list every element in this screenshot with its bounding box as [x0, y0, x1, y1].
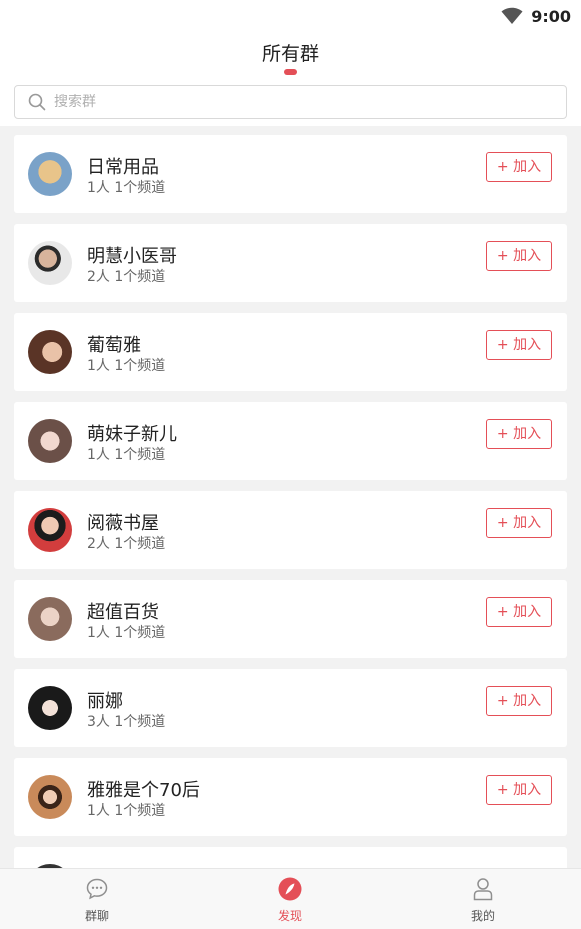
group-card[interactable]: 雅雅是个70后 1人 1个频道 + 加入 [14, 758, 567, 836]
wifi-icon [501, 7, 523, 25]
page-header: 所有群 [0, 32, 581, 78]
group-card[interactable]: 阅薇书屋 2人 1个频道 + 加入 [14, 491, 567, 569]
group-card[interactable]: 萌妹子新儿 1人 1个频道 + 加入 [14, 402, 567, 480]
compass-icon [278, 877, 302, 901]
group-avatar [28, 152, 72, 196]
tab-label: 群聊 [84, 909, 109, 923]
join-button[interactable]: + 加入 [486, 775, 552, 805]
tab-mine[interactable]: 我的 [423, 869, 543, 929]
group-meta: 2人 1个频道 [87, 536, 166, 552]
join-button[interactable]: + 加入 [486, 241, 552, 271]
tab-discover[interactable]: 发现 [230, 869, 350, 929]
join-button[interactable]: + 加入 [486, 152, 552, 182]
search-icon [28, 93, 46, 111]
group-card[interactable]: 日常用品 1人 1个频道 + 加入 [14, 135, 567, 213]
group-meta: 1人 1个频道 [87, 447, 166, 463]
group-name: 丽娜 [87, 691, 123, 712]
group-avatar [28, 419, 72, 463]
group-name: 萌妹子新儿 [87, 424, 177, 445]
join-button[interactable]: + 加入 [486, 419, 552, 449]
group-card[interactable]: 葡萄雅 1人 1个频道 + 加入 [14, 313, 567, 391]
group-avatar [28, 775, 72, 819]
tab-group-chat[interactable]: 群聊 [37, 869, 157, 929]
join-button[interactable]: + 加入 [486, 508, 552, 538]
group-card[interactable]: 超值百货 1人 1个频道 + 加入 [14, 580, 567, 658]
group-card[interactable]: 丽娜 3人 1个频道 + 加入 [14, 669, 567, 747]
group-avatar [28, 241, 72, 285]
join-button[interactable]: + 加入 [486, 330, 552, 360]
search-input[interactable] [54, 94, 534, 110]
group-name: 明慧小医哥 [87, 246, 177, 267]
group-meta: 1人 1个频道 [87, 625, 166, 641]
chat-bubble-icon [85, 877, 109, 901]
group-meta: 3人 1个频道 [87, 714, 166, 730]
group-avatar [28, 597, 72, 641]
status-time: 9:00 [531, 6, 571, 26]
tab-label: 我的 [470, 909, 495, 923]
group-name: 葡萄雅 [87, 335, 141, 356]
group-meta: 1人 1个频道 [87, 358, 166, 374]
status-bar: 9:00 [0, 0, 581, 32]
title-indicator [284, 69, 297, 75]
group-avatar [28, 508, 72, 552]
group-avatar [28, 330, 72, 374]
user-icon [471, 877, 495, 901]
group-name: 阅薇书屋 [87, 513, 159, 534]
group-name: 超值百货 [87, 602, 159, 623]
tab-label: 发现 [277, 909, 302, 923]
group-meta: 1人 1个频道 [87, 803, 166, 819]
group-meta: 2人 1个频道 [87, 269, 166, 285]
group-avatar [28, 686, 72, 730]
join-button[interactable]: + 加入 [486, 686, 552, 716]
group-name: 雅雅是个70后 [87, 780, 200, 801]
join-button[interactable]: + 加入 [486, 597, 552, 627]
group-meta: 1人 1个频道 [87, 180, 166, 196]
group-name: 日常用品 [87, 157, 159, 178]
search-box[interactable] [14, 85, 567, 119]
group-list: 日常用品 1人 1个频道 + 加入 明慧小医哥 2人 1个频道 + 加入 葡萄雅… [0, 126, 581, 868]
status-indicators: 9:00 [501, 5, 571, 27]
group-card[interactable]: 明慧小医哥 2人 1个频道 + 加入 [14, 224, 567, 302]
search-bar [0, 78, 581, 126]
bottom-tab-bar: 群聊 发现 我的 [0, 868, 581, 929]
group-card[interactable] [14, 847, 567, 868]
